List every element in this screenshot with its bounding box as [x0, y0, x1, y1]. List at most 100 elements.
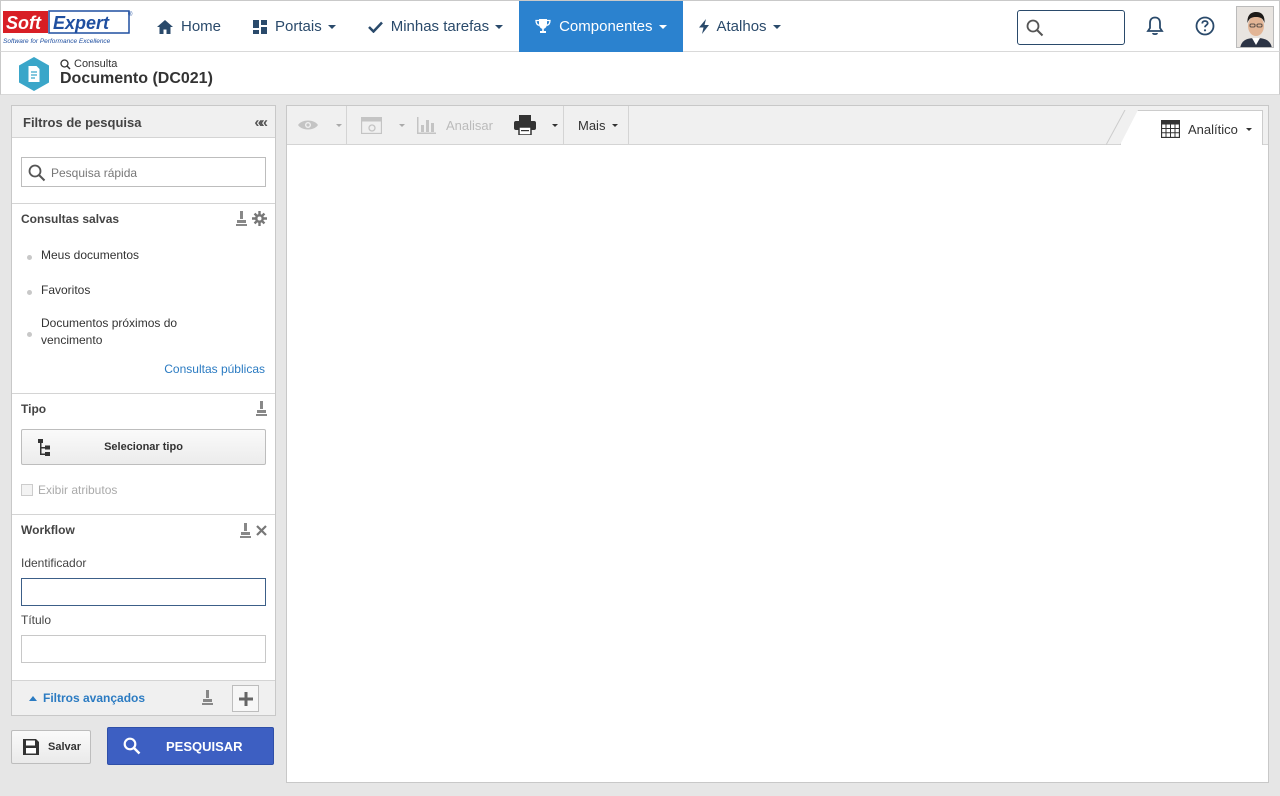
show-attributes-checkbox[interactable]: Exibir atributos	[21, 483, 117, 497]
top-navbar: Soft Expert ® Software for Performance E…	[0, 0, 1280, 52]
chevron-down-icon	[552, 123, 558, 127]
document-hexagon-icon	[18, 57, 50, 94]
gear-icon[interactable]	[252, 211, 267, 226]
nav-home-label: Home	[181, 18, 222, 35]
saved-query-item[interactable]: Meus documentos	[41, 247, 211, 264]
chevron-down-icon	[399, 123, 405, 127]
saved-queries-title: Consultas salvas	[21, 212, 120, 226]
nav-portais-label: Portais	[275, 18, 322, 35]
search-icon	[1026, 19, 1044, 37]
chevron-down-icon	[336, 123, 342, 127]
saved-query-item[interactable]: Favoritos	[41, 282, 211, 299]
chevron-down-icon	[495, 24, 504, 29]
clear-filter-icon[interactable]	[202, 690, 213, 705]
more-menu-button[interactable]: Mais	[578, 106, 619, 144]
page-breadcrumb: Consulta	[60, 58, 117, 70]
save-button-label: Salvar	[48, 741, 82, 753]
save-button[interactable]: Salvar	[11, 730, 91, 764]
nav-home[interactable]: Home	[141, 1, 237, 52]
quick-search-input[interactable]: Pesquisa rápida	[21, 157, 266, 187]
checkbox-box	[21, 484, 33, 496]
home-icon	[157, 19, 173, 34]
filters-header: Filtros de pesquisa ««	[12, 106, 275, 138]
public-queries-link[interactable]: Consultas públicas	[164, 362, 265, 376]
view-record-button[interactable]	[297, 106, 342, 144]
divider	[12, 393, 275, 394]
bar-chart-icon	[417, 116, 436, 134]
chevron-down-icon	[658, 24, 667, 29]
search-icon	[60, 58, 71, 70]
results-toolbar: Analisar Mais Analítico	[287, 106, 1268, 145]
identifier-label: Identificador	[21, 556, 87, 570]
trophy-icon	[535, 19, 551, 34]
workflow-section-tools	[240, 523, 267, 538]
page-subtitle: Consulta	[74, 58, 118, 70]
svg-text:Soft: Soft	[6, 13, 42, 33]
list-bullet	[27, 290, 32, 295]
nav-atalhos-label: Atalhos	[716, 18, 767, 35]
table-grid-icon	[1161, 120, 1180, 138]
floppy-disk-icon	[23, 739, 39, 755]
notifications-bell-icon[interactable]	[1144, 15, 1166, 37]
quick-search-placeholder: Pesquisa rápida	[51, 166, 138, 180]
nav-portais[interactable]: Portais	[237, 1, 352, 52]
tab-edge	[1106, 110, 1126, 145]
svg-text:®: ®	[128, 11, 133, 18]
softexpert-logo[interactable]: Soft Expert ® Software for Performance E…	[3, 10, 133, 48]
list-bullet	[27, 332, 32, 337]
advanced-filters-bar: Filtros avançados	[12, 680, 275, 715]
chevron-down-icon	[1245, 127, 1252, 131]
chevron-up-icon	[29, 695, 37, 701]
list-bullet	[27, 255, 32, 260]
nav-minhas-tarefas-label: Minhas tarefas	[390, 18, 490, 35]
search-filters-panel: Filtros de pesquisa «« Pesquisa rápida C…	[11, 105, 276, 716]
toolbar-separator	[563, 106, 564, 144]
saved-query-item[interactable]: Documentos próximos do vencimento	[41, 315, 211, 349]
nav-componentes-label: Componentes	[559, 18, 653, 35]
svg-text:Expert: Expert	[53, 13, 110, 33]
nav-minhas-tarefas[interactable]: Minhas tarefas	[352, 1, 519, 52]
svg-text:Software for Performance Excel: Software for Performance Excellence	[3, 38, 111, 45]
clear-filter-icon[interactable]	[256, 401, 267, 416]
collapse-panel-icon[interactable]: ««	[254, 114, 268, 131]
page-title: Documento (DC021)	[60, 70, 213, 87]
user-avatar[interactable]	[1236, 6, 1274, 48]
filters-title: Filtros de pesquisa	[23, 115, 142, 130]
clear-filter-icon[interactable]	[240, 523, 251, 538]
show-attributes-label: Exibir atributos	[38, 483, 118, 497]
results-panel: Analisar Mais Analítico	[286, 105, 1269, 783]
divider	[12, 203, 275, 204]
plus-icon	[238, 691, 253, 706]
search-button[interactable]: PESQUISAR	[107, 727, 274, 765]
toolbar-separator	[628, 106, 629, 144]
clear-filter-icon[interactable]	[236, 211, 247, 226]
print-button[interactable]	[514, 106, 558, 144]
view-mode-selector[interactable]: Analítico	[1161, 120, 1252, 138]
type-section-title: Tipo	[21, 402, 47, 416]
chevron-down-icon	[612, 123, 619, 127]
workflow-section-title: Workflow	[21, 523, 75, 537]
divider	[12, 514, 275, 515]
chevron-down-icon	[327, 24, 336, 29]
global-search-input[interactable]	[1017, 10, 1125, 45]
view-mode-tab[interactable]: Analítico	[1120, 110, 1263, 145]
identifier-field[interactable]	[21, 578, 266, 606]
eye-icon	[298, 120, 318, 130]
help-icon[interactable]	[1194, 15, 1216, 37]
title-label: Título	[21, 613, 52, 627]
toolbar-separator	[346, 106, 347, 144]
view-mode-label: Analítico	[1188, 121, 1238, 137]
preview-button[interactable]	[361, 106, 405, 144]
advanced-filters-toggle[interactable]: Filtros avançados	[29, 691, 145, 705]
window-preview-icon	[361, 116, 382, 134]
type-section-tools	[256, 401, 267, 416]
add-filter-button[interactable]	[232, 685, 259, 712]
page-header: Consulta Documento (DC021)	[0, 52, 1280, 95]
nav-atalhos[interactable]: Atalhos	[683, 1, 797, 52]
title-field[interactable]	[21, 635, 266, 663]
nav-componentes[interactable]: Componentes	[519, 1, 683, 52]
close-icon[interactable]	[256, 525, 267, 536]
select-type-button[interactable]: Selecionar tipo	[21, 429, 266, 465]
search-icon	[123, 737, 141, 755]
analyze-button[interactable]: Analisar	[417, 106, 493, 144]
